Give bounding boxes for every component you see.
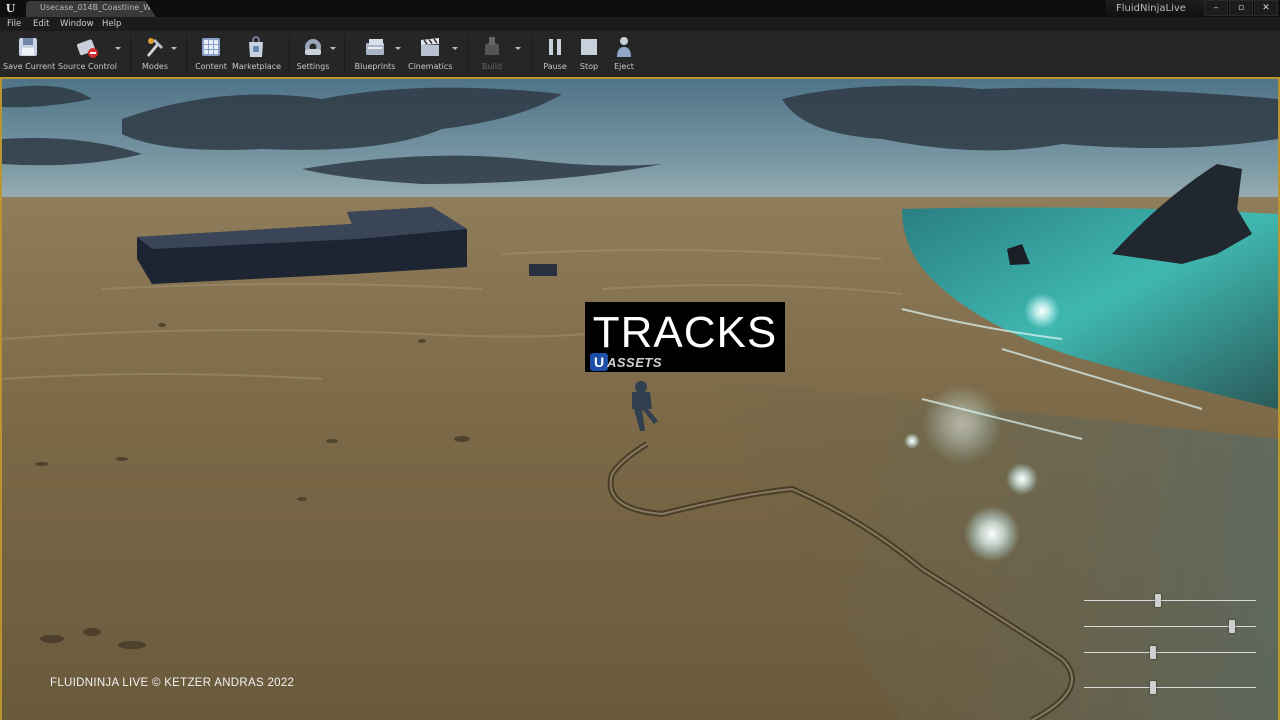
eject-person-icon bbox=[617, 37, 631, 57]
slider-handle[interactable] bbox=[1149, 681, 1156, 694]
slider-handle[interactable] bbox=[1228, 620, 1235, 633]
settings-gear-icon bbox=[305, 39, 321, 55]
cinematics-button[interactable]: Cinematics bbox=[408, 33, 452, 75]
save-current-button[interactable]: Save Current bbox=[3, 33, 55, 75]
content-button[interactable]: Content bbox=[193, 33, 229, 75]
beach-scene-image bbox=[2, 79, 1278, 720]
marketplace-button[interactable]: Marketplace bbox=[232, 33, 281, 75]
slider-2[interactable] bbox=[1084, 620, 1256, 633]
u-badge-icon: U bbox=[590, 353, 608, 371]
settings-dropdown-icon[interactable] bbox=[330, 47, 336, 50]
build-button[interactable]: Build bbox=[474, 33, 510, 75]
toolbar-separator bbox=[186, 35, 187, 73]
slider-4[interactable] bbox=[1084, 681, 1256, 694]
modes-tools-icon bbox=[147, 38, 163, 57]
minimize-button[interactable]: – bbox=[1204, 0, 1228, 16]
build-icon bbox=[485, 37, 499, 55]
document-tab-label: Usecase_014B_Coastline_W bbox=[40, 3, 152, 12]
settings-button[interactable]: Settings bbox=[295, 33, 331, 75]
toolbar-separator bbox=[532, 35, 533, 73]
copyright-text: FLUIDNINJA LIVE © KETZER ANDRAS 2022 bbox=[50, 677, 295, 689]
pause-button[interactable]: Pause bbox=[539, 33, 571, 75]
blueprints-icon bbox=[366, 39, 384, 55]
menu-file[interactable]: File bbox=[7, 19, 21, 29]
content-browser-icon bbox=[202, 38, 220, 56]
blueprints-button[interactable]: Blueprints bbox=[354, 33, 396, 75]
slider-1[interactable] bbox=[1084, 594, 1256, 607]
source-control-dropdown-icon[interactable] bbox=[115, 47, 121, 50]
uassets-logo-text: ASSETS bbox=[607, 354, 663, 370]
menu-bar: File Edit Window Help bbox=[0, 17, 1280, 31]
project-name: FluidNinjaLive bbox=[1106, 0, 1206, 17]
marketplace-bag-icon bbox=[249, 36, 263, 57]
source-control-icon bbox=[77, 39, 98, 58]
cinematics-dropdown-icon[interactable] bbox=[452, 47, 458, 50]
game-viewport[interactable]: TRACKS U ASSETS FLUIDNINJA LIVE © KETZER… bbox=[0, 77, 1280, 720]
unreal-logo-icon: U bbox=[5, 2, 16, 15]
toolbar-separator bbox=[467, 35, 468, 73]
tracks-logo: TRACKS U ASSETS bbox=[585, 302, 785, 372]
restore-button[interactable]: ▫ bbox=[1229, 0, 1253, 16]
modes-dropdown-icon[interactable] bbox=[171, 47, 177, 50]
slider-handle[interactable] bbox=[1149, 646, 1156, 659]
blueprints-dropdown-icon[interactable] bbox=[395, 47, 401, 50]
menu-window[interactable]: Window bbox=[60, 19, 94, 29]
slider-handle[interactable] bbox=[1154, 594, 1161, 607]
slider-3[interactable] bbox=[1084, 646, 1256, 659]
menu-help[interactable]: Help bbox=[102, 19, 121, 29]
clapperboard-icon bbox=[421, 38, 439, 56]
toolbar-separator bbox=[130, 35, 131, 73]
eject-button[interactable]: Eject bbox=[609, 33, 639, 75]
title-bar: U Usecase_014B_Coastline_W FluidNinjaLiv… bbox=[0, 0, 1280, 18]
tracks-logo-title: TRACKS bbox=[592, 308, 778, 357]
toolbar: Save Current Source Control Modes Conten… bbox=[0, 31, 1280, 78]
menu-edit[interactable]: Edit bbox=[33, 19, 49, 29]
toolbar-separator bbox=[344, 35, 345, 73]
stop-icon bbox=[581, 39, 597, 55]
toolbar-separator bbox=[289, 35, 290, 73]
save-icon bbox=[19, 38, 37, 56]
pause-icon bbox=[549, 39, 561, 55]
modes-button[interactable]: Modes bbox=[137, 33, 173, 75]
document-tab[interactable]: Usecase_014B_Coastline_W bbox=[26, 1, 156, 17]
uassets-logo: U ASSETS bbox=[590, 352, 662, 372]
source-control-button[interactable]: Source Control bbox=[58, 33, 117, 75]
close-button[interactable]: ✕ bbox=[1254, 0, 1278, 16]
build-dropdown-icon[interactable] bbox=[515, 47, 521, 50]
stop-button[interactable]: Stop bbox=[574, 33, 604, 75]
